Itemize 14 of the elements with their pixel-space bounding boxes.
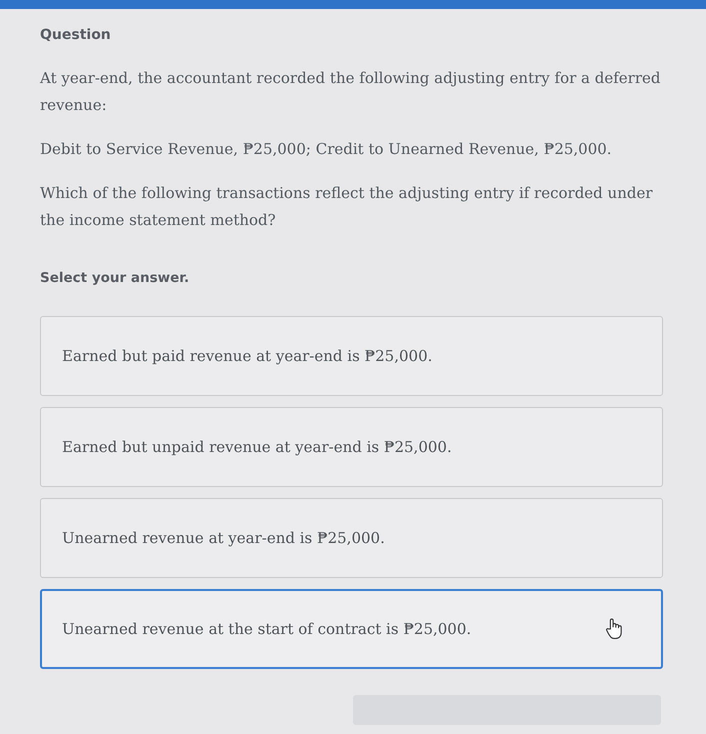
question-text: Debit to Service Revenue, ₱25,000; Credit to Unearned Revenue, ₱25,000. [40, 139, 613, 160]
instruction-text: Select your answer. [40, 270, 190, 286]
question-text: At year-end, the accountant recorded the following adjusting entry for a deferred revenue: [40, 68, 662, 116]
option-text: Unearned revenue at the start of contract is ₱25,000. [62, 620, 472, 638]
option-text: Earned but paid revenue at year-end is ₱25,000. [62, 347, 432, 365]
option-text: Unearned revenue at year-end is ₱25,000. [62, 529, 385, 547]
hand-cursor-icon [605, 618, 623, 640]
question-label: Question [40, 27, 112, 43]
option-text: Earned but unpaid revenue at year-end is ₱25,000. [62, 438, 452, 456]
answer-option[interactable]: Earned but paid revenue at year-end is ₱25,000. [40, 316, 663, 396]
answer-option[interactable]: Unearned revenue at the start of contract is ₱25,000. [40, 589, 663, 669]
question-text: Which of the following transactions reflect the adjusting entry if recorded under the income statement method? [40, 183, 654, 231]
answer-option[interactable]: Earned but unpaid revenue at year-end is ₱25,000. [40, 407, 663, 487]
answer-option[interactable]: Unearned revenue at year-end is ₱25,000. [40, 498, 663, 578]
